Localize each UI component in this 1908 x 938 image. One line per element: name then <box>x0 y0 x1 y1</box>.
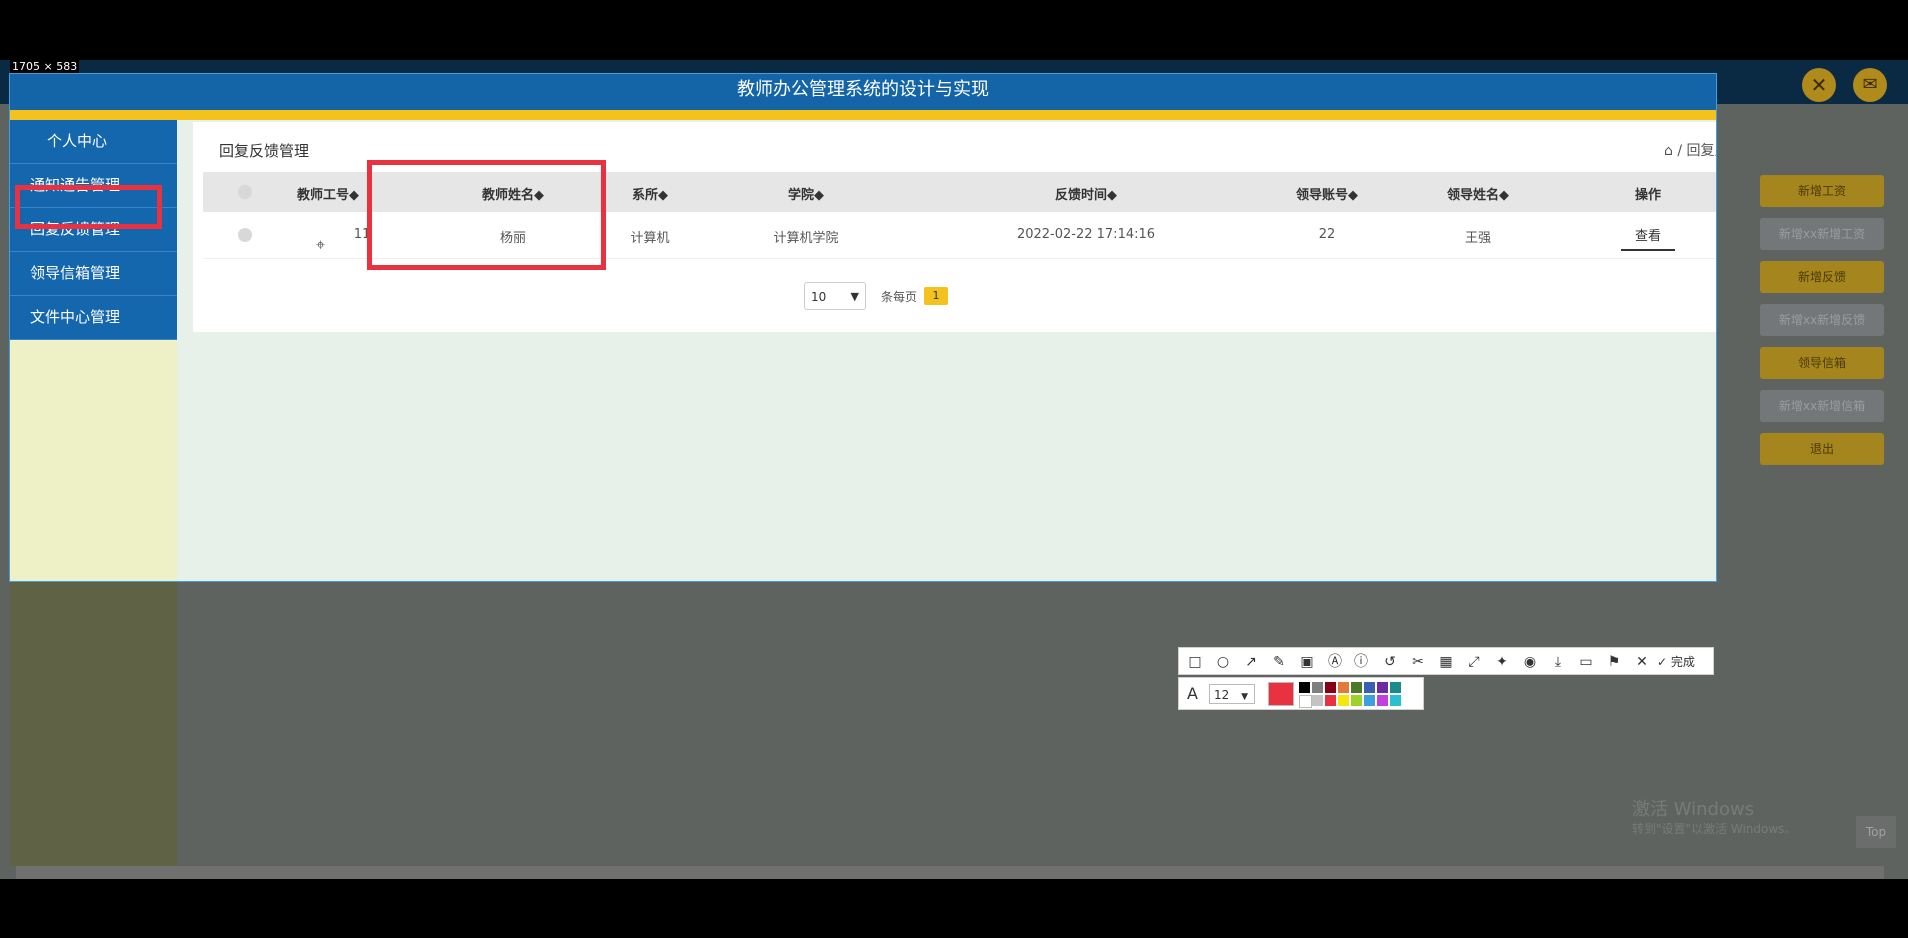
color-swatch[interactable] <box>1338 682 1349 693</box>
right-button-3[interactable]: 新增xx新增反馈 <box>1760 304 1884 336</box>
bookmark-icon[interactable]: ⚑ <box>1604 652 1624 672</box>
ellipse-icon[interactable]: ○ <box>1213 652 1233 672</box>
app-title: 教师办公管理系统的设计与实现 <box>737 79 989 100</box>
activation-watermark-subtitle: 转到"设置"以激活 Windows。 <box>1632 822 1797 836</box>
row-checkbox[interactable] <box>238 228 252 242</box>
view-button[interactable]: 查看 <box>1620 225 1676 251</box>
close-icon[interactable]: ✕ <box>1632 652 1652 672</box>
font-size-select[interactable]: 12 ▼ <box>1209 684 1255 704</box>
color-swatch[interactable] <box>1325 695 1336 706</box>
expand-icon[interactable]: ⤢ <box>1464 652 1484 672</box>
crosshair-cursor-icon: ⌖ <box>316 235 326 254</box>
select-all-checkbox[interactable] <box>238 185 252 199</box>
save-icon[interactable]: ▭ <box>1576 652 1596 672</box>
record-icon[interactable]: ◉ <box>1520 652 1540 672</box>
annotation-style-bar: A 12 ▼ <box>1178 677 1424 710</box>
page-number-current[interactable]: 1 <box>924 287 948 305</box>
sidebar-item-personal-center[interactable]: 个人中心 <box>10 120 177 164</box>
rectangle-icon[interactable]: □ <box>1185 652 1205 672</box>
chevron-down-icon: ▼ <box>850 290 859 303</box>
right-button-1[interactable]: 新增xx新增工资 <box>1760 218 1884 250</box>
chevron-down-icon: ▼ <box>1241 692 1249 702</box>
header-leader-name[interactable]: 领导姓名◆ <box>1447 184 1509 203</box>
current-color-swatch[interactable] <box>1268 682 1294 706</box>
title-accent-bar <box>10 110 1716 120</box>
sidebar-dimmed <box>10 580 177 866</box>
number-icon[interactable]: ⓘ <box>1351 652 1371 672</box>
color-swatch[interactable] <box>1338 695 1349 706</box>
font-icon: A <box>1187 684 1198 703</box>
cell-college: 计算机学院 <box>773 231 839 246</box>
right-button-6[interactable]: 退出 <box>1760 433 1884 465</box>
right-button-2[interactable]: 新增反馈 <box>1760 261 1884 293</box>
color-swatch[interactable] <box>1390 695 1401 706</box>
color-swatch[interactable] <box>1299 682 1310 693</box>
color-swatch[interactable] <box>1377 695 1388 706</box>
right-button-5[interactable]: 新增xx新增信箱 <box>1760 390 1884 422</box>
check-icon: ✓ <box>1657 655 1668 669</box>
mail-icon[interactable]: ✉ <box>1853 68 1887 102</box>
capture-size-label: 1705 × 583 <box>10 60 80 73</box>
pagination: 10 ▼ 条每页 1 <box>193 282 1716 312</box>
pencil-icon[interactable]: ✎ <box>1269 652 1289 672</box>
header-leader-account[interactable]: 领导账号◆ <box>1296 184 1358 203</box>
close-circle-icon[interactable]: ✕ <box>1802 68 1836 102</box>
header-college[interactable]: 学院◆ <box>788 184 824 203</box>
per-page-label: 条每页 <box>881 290 918 304</box>
color-swatch[interactable] <box>1312 695 1323 706</box>
capture-region: 教师办公管理系统的设计与实现 个人中心 通知通告管理 回复反馈管理 领导信箱管理… <box>9 73 1717 582</box>
breadcrumb[interactable]: ⌂ / 回复反馈管理 / 回复反馈列表 <box>1664 140 1716 160</box>
ocr-icon[interactable]: ▦ <box>1436 652 1456 672</box>
text-icon[interactable]: Ⓐ <box>1325 652 1345 672</box>
download-icon[interactable]: ⤓ <box>1548 652 1568 672</box>
color-swatch[interactable] <box>1377 682 1388 693</box>
header-teacher-id[interactable]: 教师工号◆ <box>297 184 359 203</box>
header-actions: 操作 <box>1634 188 1662 203</box>
page-title: 回复反馈管理 <box>219 142 310 160</box>
color-swatch[interactable] <box>1351 695 1362 706</box>
color-swatch[interactable] <box>1390 682 1401 693</box>
color-swatch[interactable] <box>1299 695 1312 708</box>
cell-leader-account: 22 <box>1318 227 1336 242</box>
annotation-toolbar: □ ○ ↗ ✎ ▣ Ⓐ ⓘ ↺ ✂ ▦ ⤢ ✦ ◉ ⤓ ▭ ⚑ ✕ ✓ 完成 <box>1178 647 1714 675</box>
color-swatch[interactable] <box>1325 682 1336 693</box>
done-button[interactable]: ✓ 完成 <box>1657 652 1695 672</box>
highlight-box-teacher-name <box>367 160 606 270</box>
cell-leader-name: 王强 <box>1464 231 1492 246</box>
sidebar-item-file-center[interactable]: 文件中心管理 <box>10 296 177 340</box>
right-button-0[interactable]: 新增工资 <box>1760 175 1884 207</box>
pin-icon[interactable]: ✦ <box>1492 652 1512 672</box>
highlight-box-sidebar <box>15 185 162 229</box>
screen-area: ✕ ✉ 新增工资 新增xx新增工资 新增反馈 新增xx新增反馈 领导信箱 新增x… <box>0 60 1908 879</box>
cell-dept: 计算机 <box>630 231 670 246</box>
arrow-icon[interactable]: ↗ <box>1241 652 1261 672</box>
mosaic-icon[interactable]: ▣ <box>1297 652 1317 672</box>
activation-watermark-title: 激活 Windows <box>1632 799 1755 820</box>
page-size-select[interactable]: 10 ▼ <box>804 282 866 310</box>
color-swatch[interactable] <box>1364 682 1375 693</box>
back-to-top-button[interactable]: Top <box>1856 816 1896 848</box>
header-feedback-time[interactable]: 反馈时间◆ <box>1055 184 1117 203</box>
cell-feedback-time: 2022-02-22 17:14:16 <box>1016 227 1156 242</box>
color-swatch[interactable] <box>1351 682 1362 693</box>
color-swatch[interactable] <box>1312 682 1323 693</box>
horizontal-scrollbar[interactable] <box>16 866 1884 879</box>
sidebar-item-leader-mailbox[interactable]: 领导信箱管理 <box>10 252 177 296</box>
app-title-bar: 教师办公管理系统的设计与实现 <box>10 74 1716 110</box>
right-button-4[interactable]: 领导信箱 <box>1760 347 1884 379</box>
color-swatch[interactable] <box>1364 695 1375 706</box>
header-dept[interactable]: 系所◆ <box>632 184 668 203</box>
crop-icon[interactable]: ✂ <box>1408 652 1428 672</box>
undo-icon[interactable]: ↺ <box>1380 652 1400 672</box>
